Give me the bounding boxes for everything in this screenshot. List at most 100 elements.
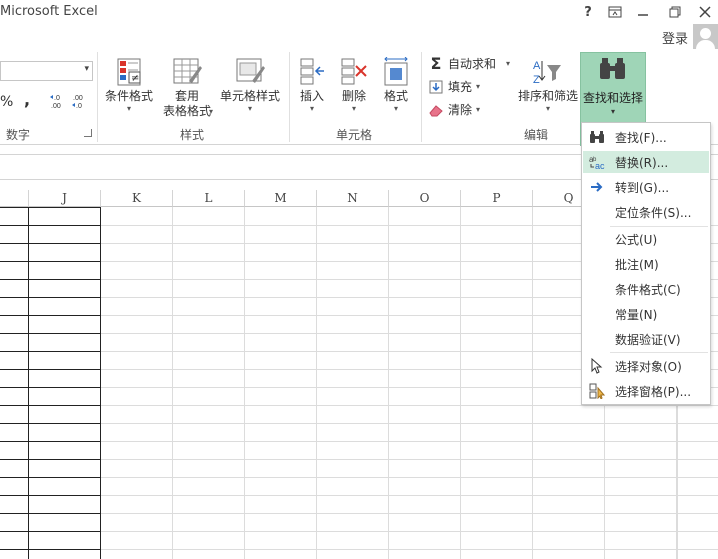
minimize-icon <box>638 14 648 16</box>
chevron-down-icon: ▾ <box>351 104 356 113</box>
menu-separator <box>610 352 708 353</box>
comma-style-button[interactable]: , <box>24 90 30 109</box>
menu-item-label: 转到(G)... <box>615 181 670 195</box>
gridline <box>532 207 533 559</box>
percent-style-button[interactable]: % <box>0 94 13 110</box>
gridline <box>0 549 718 550</box>
delete-label: 删除 <box>341 89 366 103</box>
cell-border <box>0 297 101 298</box>
chevron-down-icon: ▾ <box>545 104 550 113</box>
fill-button[interactable]: 填充 ▾ <box>428 78 480 95</box>
avatar[interactable] <box>693 24 718 49</box>
window-title: Microsoft Excel <box>0 4 98 19</box>
menu-item-formulas[interactable]: 公式(U) <box>583 228 709 250</box>
selection-pane-icon <box>589 383 605 399</box>
menu-item-goto[interactable]: 转到(G)... <box>583 176 709 198</box>
restore-button[interactable] <box>664 2 686 22</box>
menu-item-comments[interactable]: 批注(M) <box>583 253 709 275</box>
decrease-decimal-icon: .00 .0 <box>72 95 83 110</box>
number-group-label: 数字 <box>6 128 31 142</box>
gridline <box>0 495 718 496</box>
cell-border <box>0 513 101 514</box>
help-button[interactable]: ? <box>577 2 599 22</box>
binoculars-icon <box>600 58 625 79</box>
gridline <box>388 207 389 559</box>
svg-text:≠: ≠ <box>131 73 139 84</box>
menu-item-constants[interactable]: 常量(N) <box>583 303 709 325</box>
close-button[interactable] <box>694 2 716 22</box>
cell-border <box>0 423 101 424</box>
menu-item-label: 选择对象(O) <box>615 360 682 374</box>
cell-border <box>0 279 101 280</box>
excel-window: Microsoft Excel ? 登录 ▾ % , .0 .00 .00 .0… <box>0 0 718 559</box>
arrow-right-icon <box>589 179 605 195</box>
number-dialog-launcher[interactable] <box>84 129 92 137</box>
delete-button[interactable]: 删除 ▾ <box>337 57 371 114</box>
format-cells-label: 格式 <box>383 89 408 103</box>
fill-down-icon <box>428 79 444 95</box>
gridline <box>0 477 718 478</box>
cell-border <box>0 405 101 406</box>
group-divider <box>421 52 422 142</box>
gridline <box>0 531 718 532</box>
insert-button[interactable]: 插入 ▾ <box>295 57 329 114</box>
menu-item-label: 定位条件(S)... <box>615 206 692 220</box>
svg-text:ac: ac <box>595 161 605 170</box>
column-header-l[interactable]: L <box>173 190 245 207</box>
column-header-p[interactable]: P <box>461 190 533 207</box>
menu-item-conditional-formatting[interactable]: 条件格式(C) <box>583 278 709 300</box>
svg-text:.0: .0 <box>76 103 82 109</box>
cell-border <box>100 207 101 559</box>
chevron-down-icon: ▾ <box>393 104 398 113</box>
cell-border <box>0 315 101 316</box>
column-header-n[interactable]: N <box>317 190 389 207</box>
chevron-down-icon: ▾ <box>476 82 481 91</box>
svg-text:.00: .00 <box>51 103 61 109</box>
chevron-down-icon: ▾ <box>209 107 214 116</box>
cell-styles-label: 单元格样式 <box>219 89 280 103</box>
menu-item-data-validation[interactable]: 数据验证(V) <box>583 328 709 350</box>
conditional-format-button[interactable]: ≠ 条件格式 ▾ <box>101 57 157 114</box>
find-select-menu: 查找(F)... a b ac 替换(R)... 转到(G)... 定位条件(S).… <box>581 122 711 405</box>
decrease-decimal-button[interactable]: .00 .0 <box>72 93 90 113</box>
sigma-icon: Σ <box>430 54 442 73</box>
sort-filter-button[interactable]: A Z 排序和筛选 ▾ <box>515 57 581 114</box>
ribbon-display-options-button[interactable] <box>604 2 626 22</box>
format-cells-button[interactable]: 格式 ▾ <box>379 57 413 114</box>
sign-in-link[interactable]: 登录 <box>662 28 688 47</box>
fill-label: 填充 <box>448 80 473 94</box>
cell-border <box>0 207 101 208</box>
insert-cells-icon <box>300 58 324 85</box>
gridline <box>0 513 718 514</box>
column-header-m[interactable]: M <box>245 190 317 207</box>
cells-group-label: 单元格 <box>336 128 373 142</box>
cell-styles-button[interactable]: 单元格样式 ▾ <box>218 57 282 114</box>
clear-button[interactable]: 清除 ▾ <box>428 101 480 118</box>
column-header-j[interactable]: J <box>29 190 101 207</box>
gridline <box>0 441 718 442</box>
menu-item-goto-special[interactable]: 定位条件(S)... <box>583 201 709 223</box>
minimize-button[interactable] <box>632 2 654 22</box>
insert-label: 插入 <box>299 89 324 103</box>
column-header-k[interactable]: K <box>101 190 173 207</box>
increase-decimal-button[interactable]: .0 .00 <box>50 93 68 113</box>
menu-item-select-objects[interactable]: 选择对象(O) <box>583 355 709 377</box>
column-header-o[interactable]: O <box>389 190 461 207</box>
conditional-format-label: 条件格式 <box>104 89 153 103</box>
binoculars-icon <box>589 129 605 145</box>
editing-group-label: 编辑 <box>524 128 549 142</box>
number-format-select[interactable]: ▾ <box>0 61 93 81</box>
menu-item-selection-pane[interactable]: 选择窗格(P)... <box>583 380 709 402</box>
menu-item-replace[interactable]: a b ac 替换(R)... <box>583 151 709 173</box>
menu-separator <box>610 226 708 227</box>
menu-item-find[interactable]: 查找(F)... <box>583 126 709 148</box>
cell-border <box>0 351 101 352</box>
chevron-down-icon: ▾ <box>610 107 615 116</box>
cell-border <box>0 387 101 388</box>
autosum-button[interactable]: Σ 自动求和 ▾ <box>428 54 511 73</box>
column-header[interactable] <box>0 190 29 207</box>
gridline <box>0 423 718 424</box>
cell-border <box>0 459 101 460</box>
styles-group-label: 样式 <box>180 128 205 142</box>
eraser-icon <box>428 102 444 118</box>
